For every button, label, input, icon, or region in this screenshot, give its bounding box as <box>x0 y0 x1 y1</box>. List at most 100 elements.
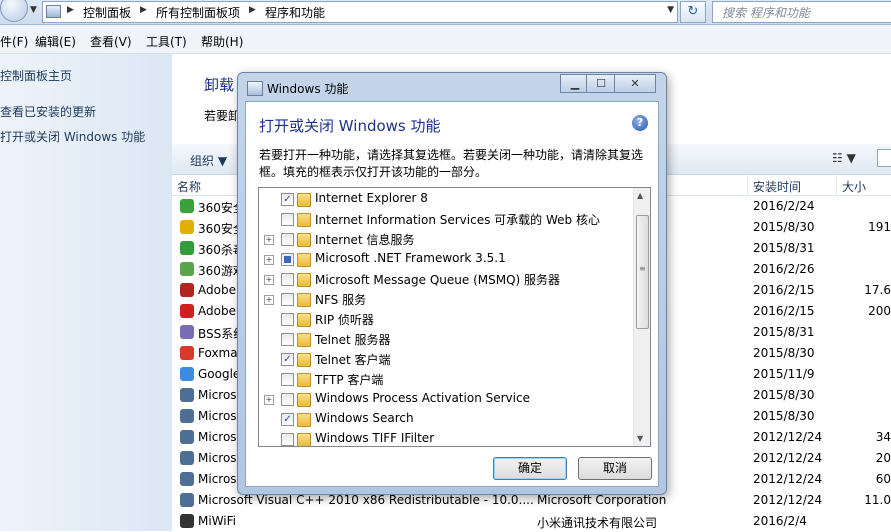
feature-checkbox[interactable] <box>281 253 294 266</box>
feature-checkbox[interactable] <box>281 373 294 386</box>
program-install-date: 2015/8/31 <box>753 325 815 339</box>
feature-item[interactable]: + Microsoft .NET Framework 3.5.1 <box>259 250 633 270</box>
table-row[interactable]: MiWiFi 小米通讯技术有限公司 2016/2/4 <box>172 511 891 532</box>
program-name: MiWiFi <box>198 514 236 528</box>
help-icon[interactable]: ? <box>632 115 648 131</box>
program-name: Adobe <box>198 283 236 297</box>
organize-button[interactable]: 组织 ▼ <box>190 152 227 169</box>
feature-checkbox[interactable] <box>281 293 294 306</box>
plus-360-icon <box>180 220 194 234</box>
feature-item[interactable]: Telnet 服务器 <box>259 330 633 350</box>
feature-item[interactable]: Windows TIFF IFilter <box>259 430 633 446</box>
program-size: 17.6 <box>864 283 891 297</box>
cancel-button[interactable]: 取消 <box>578 457 652 480</box>
feature-item[interactable]: + Windows Process Activation Service <box>259 390 633 410</box>
address-dropdown-icon[interactable]: ▼ <box>667 5 674 15</box>
column-separator[interactable] <box>747 175 748 195</box>
feature-item[interactable]: ✓ Windows Search <box>259 410 633 430</box>
help-button[interactable] <box>877 149 891 167</box>
feature-item[interactable]: + Microsoft Message Queue (MSMQ) 服务器 <box>259 270 633 290</box>
feature-checkbox[interactable] <box>281 313 294 326</box>
program-install-date: 2015/8/31 <box>753 241 815 255</box>
column-separator[interactable] <box>836 175 837 195</box>
expand-icon[interactable]: + <box>264 255 274 265</box>
feature-item[interactable]: TFTP 客户端 <box>259 370 633 390</box>
menu-view[interactable]: 查看(V) <box>90 33 132 50</box>
feature-item[interactable]: ✓ Internet Explorer 8 <box>259 190 633 210</box>
feature-item[interactable]: ✓ Telnet 客户端 <box>259 350 633 370</box>
program-icon <box>180 409 194 423</box>
column-name[interactable]: 名称 <box>177 178 201 195</box>
feature-checkbox[interactable]: ✓ <box>281 413 294 426</box>
nav-history-dropdown-icon[interactable]: ▼ <box>30 5 37 15</box>
program-size: 11.0 <box>864 493 891 507</box>
maximize-button[interactable]: ☐ <box>586 74 616 93</box>
breadcrumb-control-panel[interactable]: 控制面板 <box>83 4 131 21</box>
breadcrumb-arrow-icon[interactable]: ▶ <box>67 5 74 15</box>
scroll-down-icon[interactable]: ▼ <box>637 434 643 443</box>
scroll-up-icon[interactable]: ▲ <box>637 191 643 200</box>
breadcrumb-arrow-icon[interactable]: ▶ <box>140 5 147 15</box>
folder-icon <box>297 253 311 267</box>
dialog-title: Windows 功能 <box>267 82 349 96</box>
column-size[interactable]: 大小 <box>842 178 866 195</box>
menu-edit[interactable]: 编辑(E) <box>35 33 76 50</box>
vertical-scrollbar[interactable]: ▲ ≡ ▼ <box>633 188 650 446</box>
feature-label: Windows TIFF IFilter <box>315 431 435 445</box>
feature-label: Internet Information Services 可承载的 Web 核… <box>315 213 600 227</box>
close-button[interactable]: ✕ <box>614 74 656 93</box>
feature-label: Microsoft Message Queue (MSMQ) 服务器 <box>315 273 561 287</box>
address-box[interactable]: ▶ 控制面板 ▶ 所有控制面板项 ▶ 程序和功能 ▼ <box>42 1 678 23</box>
feature-checkbox[interactable] <box>281 333 294 346</box>
feature-item[interactable]: + NFS 服务 <box>259 290 633 310</box>
program-icon <box>180 472 194 486</box>
search-placeholder: 搜索 程序和功能 <box>722 6 810 20</box>
wifi-icon <box>180 514 194 528</box>
feature-checkbox[interactable] <box>281 213 294 226</box>
foxmail-icon <box>180 346 194 360</box>
feature-item[interactable]: + Internet 信息服务 <box>259 230 633 250</box>
link-windows-features[interactable]: 打开或关闭 Windows 功能 <box>0 128 145 145</box>
feature-checkbox[interactable] <box>281 393 294 406</box>
address-bar: ▼ ▶ 控制面板 ▶ 所有控制面板项 ▶ 程序和功能 ▼ ↻ 搜索 程序和功能 <box>0 0 891 25</box>
program-size: 60 <box>875 472 891 486</box>
breadcrumb-all-items[interactable]: 所有控制面板项 <box>156 4 240 21</box>
breadcrumb-arrow-icon[interactable]: ▶ <box>249 5 256 15</box>
program-install-date: 2012/12/24 <box>753 430 823 444</box>
windows-features-dialog: Windows 功能 ▁ ☐ ✕ 打开或关闭 Windows 功能 ? 若要打开… <box>237 72 667 495</box>
link-view-installed-updates[interactable]: 查看已安装的更新 <box>0 103 96 120</box>
ok-button[interactable]: 确定 <box>493 457 567 480</box>
feature-label: TFTP 客户端 <box>315 373 384 387</box>
feature-checkbox[interactable]: ✓ <box>281 353 294 366</box>
search-input[interactable]: 搜索 程序和功能 <box>712 1 891 23</box>
menu-tools[interactable]: 工具(T) <box>146 33 187 50</box>
adobe-reader-icon <box>180 304 194 318</box>
feature-label: NFS 服务 <box>315 293 367 307</box>
program-name: Micros <box>198 430 237 444</box>
scroll-thumb[interactable]: ≡ <box>636 215 649 329</box>
feature-checkbox[interactable]: ✓ <box>281 193 294 206</box>
feature-checkbox[interactable] <box>281 233 294 246</box>
link-control-panel-home[interactable]: 控制面板主页 <box>0 67 72 84</box>
feature-checkbox[interactable] <box>281 273 294 286</box>
feature-label: RIP 侦听器 <box>315 313 374 327</box>
page-title: 卸载 <box>204 76 235 94</box>
column-install-date[interactable]: 安装时间 <box>753 178 801 195</box>
feature-item[interactable]: Internet Information Services 可承载的 Web 核… <box>259 210 633 230</box>
expand-icon[interactable]: + <box>264 295 274 305</box>
view-options-button[interactable]: ☷ ▼ <box>832 151 856 165</box>
folder-icon <box>297 413 311 427</box>
menu-help[interactable]: 帮助(H) <box>201 33 243 50</box>
expand-icon[interactable]: + <box>264 275 274 285</box>
breadcrumb-programs-features[interactable]: 程序和功能 <box>265 4 325 21</box>
feature-checkbox[interactable] <box>281 433 294 446</box>
features-tree[interactable]: ✓ Internet Explorer 8 Internet Information… <box>258 187 651 447</box>
menu-file[interactable]: 件(F) <box>0 33 28 50</box>
expand-icon[interactable]: + <box>264 235 274 245</box>
back-button[interactable] <box>0 0 28 22</box>
refresh-button[interactable]: ↻ <box>680 1 706 23</box>
program-size: 200 <box>868 304 891 318</box>
expand-icon[interactable]: + <box>264 395 274 405</box>
feature-item[interactable]: RIP 侦听器 <box>259 310 633 330</box>
program-icon <box>180 493 194 507</box>
